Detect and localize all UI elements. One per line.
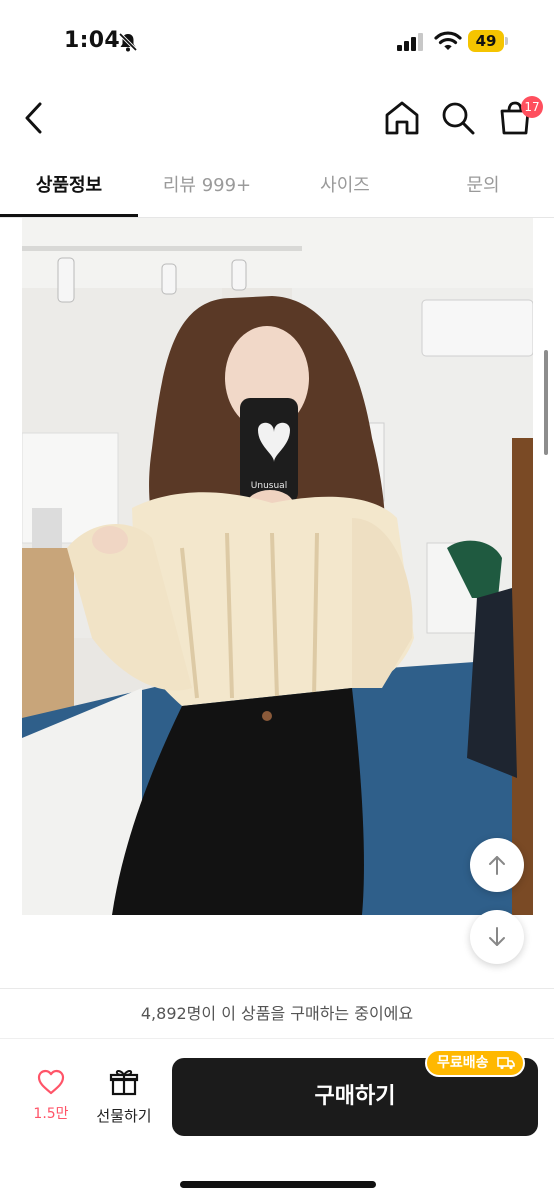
search-icon[interactable] xyxy=(440,100,476,136)
page-scroll-indicator[interactable] xyxy=(544,350,548,455)
free-shipping-label: 무료배송 xyxy=(437,1055,489,1071)
live-buyers-text: 4,892명이 이 상품을 구매하는 중이에요 xyxy=(0,989,554,1039)
phone-case-text: Unusual xyxy=(251,481,287,491)
gift-icon xyxy=(109,1069,139,1096)
top-nav-bar xyxy=(0,84,554,152)
tab-product-info[interactable]: 상품정보 xyxy=(0,160,138,218)
gift-button[interactable]: 선물하기 xyxy=(88,1067,160,1131)
active-tab-indicator xyxy=(0,214,138,217)
product-photo[interactable]: Unusual xyxy=(22,218,533,915)
like-count: 1.5만 xyxy=(33,1106,69,1122)
battery-indicator: 49 xyxy=(468,30,508,52)
cart-count-badge: 17 xyxy=(521,96,543,118)
bell-muted-icon xyxy=(118,32,138,52)
tab-inquiry[interactable]: 문의 xyxy=(414,160,552,218)
truck-icon xyxy=(497,1057,515,1070)
heart-icon xyxy=(37,1069,65,1095)
like-button[interactable]: 1.5만 xyxy=(22,1069,80,1129)
status-bar: 1:04 49 xyxy=(0,0,554,84)
status-time: 1:04 xyxy=(64,28,120,53)
signal-icon xyxy=(397,33,423,51)
scroll-down-icon xyxy=(489,927,505,946)
scroll-up-icon xyxy=(489,856,505,875)
tab-reviews[interactable]: 리뷰 999+ xyxy=(138,160,276,218)
battery-level: 49 xyxy=(475,32,497,50)
free-shipping-badge: 무료배송 xyxy=(425,1049,525,1077)
home-icon[interactable] xyxy=(383,100,421,136)
tab-size[interactable]: 사이즈 xyxy=(276,160,414,218)
product-tabs: 상품정보 리뷰 999+ 사이즈 문의 xyxy=(0,160,554,218)
back-icon[interactable] xyxy=(18,98,52,138)
gift-label: 선물하기 xyxy=(96,1107,152,1125)
wifi-icon xyxy=(434,31,462,50)
scroll-to-top-button[interactable] xyxy=(470,838,524,892)
scroll-to-bottom-button[interactable] xyxy=(470,910,524,964)
purchase-bar: 4,892명이 이 상품을 구매하는 중이에요 1.5만 선물하기 구매하기 무… xyxy=(0,988,554,1200)
home-indicator[interactable] xyxy=(180,1181,376,1188)
